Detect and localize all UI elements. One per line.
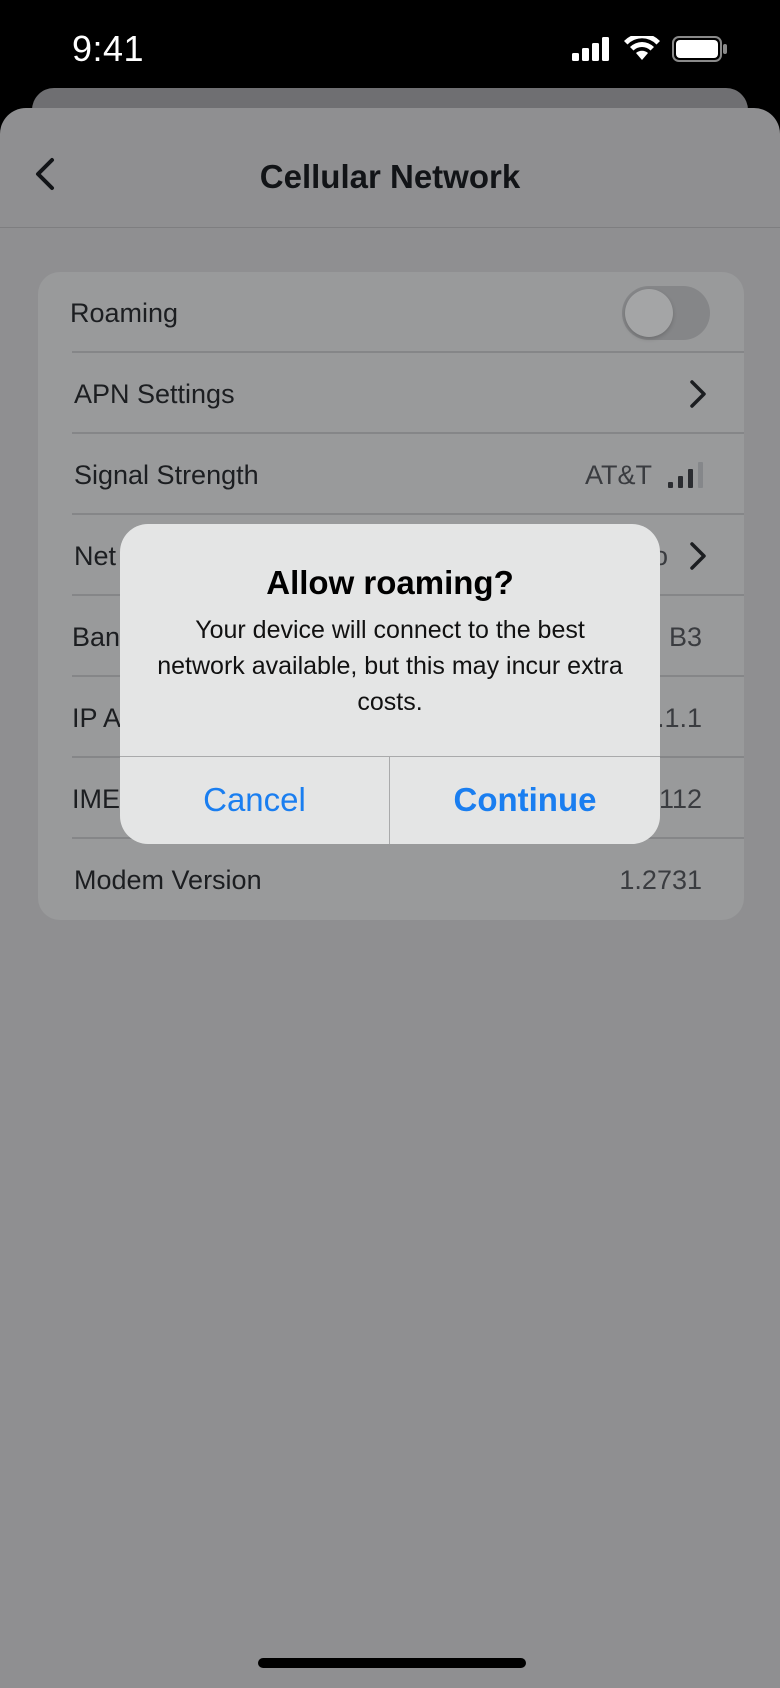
navigation-bar: Cellular Network xyxy=(0,108,780,228)
modem-label: Modem Version xyxy=(74,865,262,895)
row-apn-settings[interactable]: APN Settings xyxy=(38,353,744,434)
ip-value: .1.1 xyxy=(656,703,702,733)
modem-value: 1.2731 xyxy=(619,865,702,895)
row-roaming: Roaming xyxy=(38,272,744,353)
ip-label: IP A xyxy=(72,703,122,733)
network-label: Net xyxy=(74,541,117,571)
phone-screen: 9:41 Cellular Network Roaming APN Settin… xyxy=(0,0,780,1688)
band-label: Ban xyxy=(72,622,121,652)
toggle-knob xyxy=(625,289,673,337)
continue-button[interactable]: Continue xyxy=(390,756,660,844)
cellular-signal-icon xyxy=(572,37,609,61)
signal-bars-icon xyxy=(668,462,703,488)
chevron-right-icon xyxy=(690,542,706,570)
row-signal-strength: Signal Strength AT&T xyxy=(38,434,744,515)
roaming-label: Roaming xyxy=(70,298,179,328)
battery-icon xyxy=(672,36,727,62)
roaming-alert-dialog: Allow roaming? Your device will connect … xyxy=(120,524,660,844)
status-bar: 9:41 xyxy=(0,0,780,100)
status-icons xyxy=(572,36,728,62)
wifi-icon xyxy=(624,36,660,60)
roaming-toggle[interactable] xyxy=(622,286,710,340)
signal-carrier: AT&T xyxy=(585,460,652,490)
band-value: B3 xyxy=(668,622,702,652)
row-modem-version: Modem Version 1.2731 xyxy=(38,839,744,920)
alert-title: Allow roaming? xyxy=(266,564,514,601)
home-indicator[interactable] xyxy=(258,1658,526,1668)
page-title: Cellular Network xyxy=(259,158,521,195)
signal-label: Signal Strength xyxy=(74,460,259,490)
imei-value: 112 xyxy=(658,784,702,814)
imei-label: IME xyxy=(72,784,121,814)
apn-label: APN Settings xyxy=(74,379,235,409)
chevron-right-icon xyxy=(690,380,706,408)
alert-message: Your device will connect to the best net… xyxy=(157,616,623,716)
settings-sheet: Cellular Network Roaming APN Settings Si… xyxy=(0,108,780,1688)
status-time: 9:41 xyxy=(72,28,145,69)
cancel-button[interactable]: Cancel xyxy=(120,756,389,844)
